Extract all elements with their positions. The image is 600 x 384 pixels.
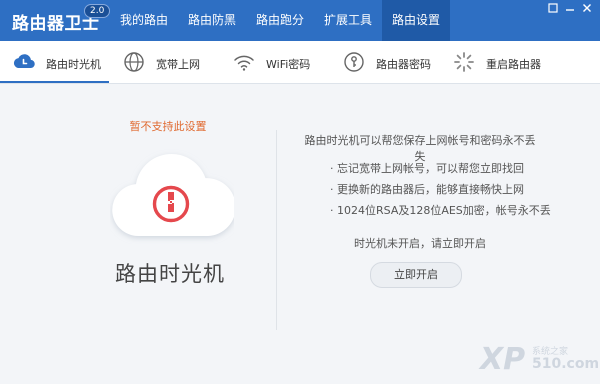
clock-cloud-icon [12, 50, 36, 74]
subtab-wifi-password[interactable]: WiFi密码 [220, 41, 329, 83]
subtab-label: 路由时光机 [46, 58, 101, 71]
feature-title: 路由时光机 [115, 262, 225, 286]
wifi-icon [232, 50, 256, 74]
unsupported-warning: 暂不支持此设置 [129, 120, 207, 133]
panel-divider [276, 130, 277, 330]
feature-bullet: · 1024位RSA及128位AES加密，帐号永不丢 [330, 204, 551, 217]
tab-my-router[interactable]: 我的路由 [110, 0, 178, 41]
key-icon [342, 50, 366, 74]
subtab-label: 路由器密码 [376, 58, 431, 71]
feature-bullet: · 忘记宽带上网帐号，可以帮您立即找回 [330, 162, 524, 175]
status-text: 时光机未开启，请立即开启 [354, 237, 486, 250]
tab-extension-tools[interactable]: 扩展工具 [314, 0, 382, 41]
globe-icon [122, 50, 146, 74]
subtab-label: 宽带上网 [156, 58, 200, 71]
sub-navigation: 路由时光机 宽带上网 WiFi密码 路由器密码 重启路由器 [0, 41, 600, 84]
title-bar: 路由器卫士 2.0 我的路由 路由防黑 路由跑分 扩展工具 路由设置 [0, 0, 600, 41]
feature-bullet: · 更换新的路由器后，能够直接畅快上网 [330, 183, 524, 196]
watermark-logo: XP 系统之家 510.com [480, 342, 600, 377]
subtab-label: 重启路由器 [486, 58, 541, 71]
minimize-icon[interactable] [563, 3, 577, 17]
close-icon[interactable] [580, 3, 594, 17]
cloud-timemachine-icon [110, 140, 236, 248]
subtab-restart-router[interactable]: 重启路由器 [440, 41, 549, 83]
subtab-time-machine[interactable]: 路由时光机 [0, 41, 109, 83]
version-badge: 2.0 [84, 4, 111, 18]
subtab-broadband[interactable]: 宽带上网 [110, 41, 219, 83]
tab-router-benchmark[interactable]: 路由跑分 [246, 0, 314, 41]
tab-router-antihack[interactable]: 路由防黑 [178, 0, 246, 41]
tab-router-settings[interactable]: 路由设置 [382, 0, 450, 41]
restore-icon[interactable] [546, 3, 560, 17]
enable-now-button[interactable]: 立即开启 [370, 262, 462, 288]
subtab-router-password[interactable]: 路由器密码 [330, 41, 439, 83]
spinner-icon [452, 50, 476, 74]
subtab-label: WiFi密码 [266, 58, 311, 71]
